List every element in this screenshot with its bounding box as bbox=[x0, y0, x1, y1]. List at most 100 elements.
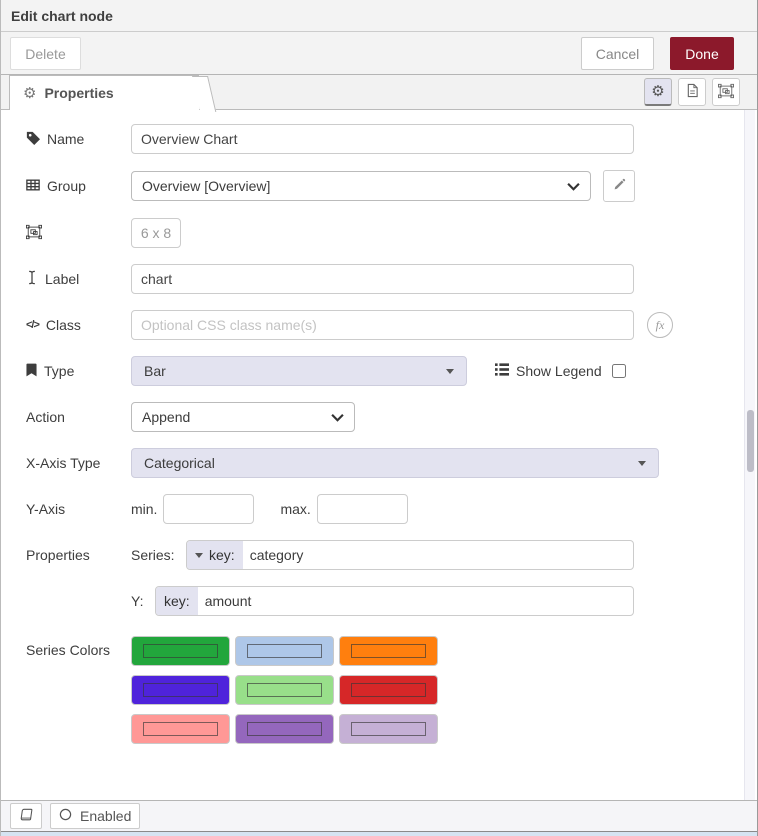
class-input[interactable] bbox=[131, 310, 634, 340]
show-legend-checkbox[interactable] bbox=[612, 364, 626, 378]
form-scroll-area: Name Group Overview [Overview] bbox=[1, 110, 757, 800]
size-button[interactable]: 6 x 8 bbox=[131, 218, 181, 248]
class-label: </> Class bbox=[26, 317, 131, 333]
tab-properties[interactable]: ⚙ Properties bbox=[9, 75, 199, 110]
caret-down-icon bbox=[446, 369, 454, 374]
xaxis-row: X-Axis Type Categorical bbox=[26, 448, 757, 478]
xaxis-type-dropdown[interactable]: Categorical bbox=[131, 448, 659, 478]
color-swatch[interactable] bbox=[131, 675, 230, 705]
delete-button[interactable]: Delete bbox=[10, 37, 81, 70]
document-icon bbox=[686, 83, 699, 101]
properties-section-button[interactable]: ⚙ bbox=[644, 78, 672, 106]
bookmark-icon bbox=[26, 363, 37, 380]
gear-icon: ⚙ bbox=[23, 86, 36, 101]
yaxis-row: Y-Axis min. max. bbox=[26, 494, 757, 524]
color-swatch[interactable] bbox=[339, 714, 438, 744]
done-button[interactable]: Done bbox=[670, 37, 734, 70]
series-label: Series: bbox=[131, 547, 186, 563]
gear-icon: ⚙ bbox=[651, 84, 664, 99]
y-key-value[interactable]: amount bbox=[198, 587, 252, 615]
label-row: Label bbox=[26, 264, 757, 294]
edit-group-button[interactable] bbox=[603, 170, 635, 202]
group-label: Group bbox=[26, 178, 131, 195]
name-input[interactable] bbox=[131, 124, 634, 154]
book-icon bbox=[19, 808, 33, 825]
chevron-down-icon bbox=[331, 409, 344, 425]
action-row: Action Append bbox=[26, 402, 757, 432]
object-group-icon bbox=[718, 83, 734, 102]
enabled-toggle-button[interactable]: Enabled bbox=[50, 803, 140, 829]
enabled-label: Enabled bbox=[80, 808, 131, 824]
color-swatch[interactable] bbox=[235, 675, 334, 705]
tab-properties-label: Properties bbox=[44, 85, 113, 101]
yaxis-max-input[interactable] bbox=[317, 494, 408, 524]
series-type-button[interactable]: key: bbox=[187, 541, 243, 569]
y-label: Y: bbox=[131, 593, 155, 609]
color-swatch[interactable] bbox=[339, 636, 438, 666]
i-cursor-icon bbox=[26, 270, 38, 288]
properties-label: Properties bbox=[26, 547, 131, 563]
fx-badge: fx bbox=[647, 312, 673, 338]
cancel-button[interactable]: Cancel bbox=[581, 37, 654, 70]
tag-icon bbox=[26, 131, 40, 148]
code-icon: </> bbox=[26, 319, 39, 331]
group-row: Group Overview [Overview] bbox=[26, 170, 757, 202]
yaxis-label: Y-Axis bbox=[26, 501, 131, 517]
color-swatch[interactable] bbox=[131, 714, 230, 744]
xaxis-label: X-Axis Type bbox=[26, 455, 131, 471]
tab-bar: ⚙ Properties ⚙ bbox=[1, 75, 757, 110]
dialog-toolbar: Delete Cancel Done bbox=[1, 32, 757, 75]
y-property-row: Y: key: amount bbox=[26, 586, 757, 616]
group-select[interactable]: Overview [Overview] bbox=[131, 171, 591, 201]
description-section-button[interactable] bbox=[678, 78, 706, 106]
caret-down-icon bbox=[638, 461, 646, 466]
chart-type-dropdown[interactable]: Bar bbox=[131, 356, 467, 386]
background-strip bbox=[1, 831, 757, 836]
pencil-icon bbox=[613, 178, 626, 194]
caret-down-icon bbox=[195, 553, 203, 558]
show-legend-group: Show Legend bbox=[495, 363, 626, 379]
color-swatch[interactable] bbox=[131, 636, 230, 666]
table-icon bbox=[26, 178, 40, 195]
series-typed-input: key: category bbox=[186, 540, 634, 570]
yaxis-max-label: max. bbox=[280, 501, 310, 517]
show-legend-label: Show Legend bbox=[516, 363, 602, 379]
editor-section-buttons: ⚙ bbox=[644, 78, 740, 106]
label-input[interactable] bbox=[131, 264, 634, 294]
yaxis-min-label: min. bbox=[131, 501, 157, 517]
type-row: Type Bar Show Legend bbox=[26, 356, 757, 386]
name-row: Name bbox=[26, 124, 757, 154]
color-swatch[interactable] bbox=[235, 714, 334, 744]
color-swatch[interactable] bbox=[339, 675, 438, 705]
edit-node-dialog: Edit chart node Delete Cancel Done ⚙ Pro… bbox=[0, 0, 758, 836]
chevron-down-icon bbox=[567, 178, 580, 194]
series-colors-label: Series Colors bbox=[26, 636, 131, 658]
series-key-value[interactable]: category bbox=[243, 541, 304, 569]
circle-icon bbox=[59, 808, 72, 824]
dialog-header: Edit chart node bbox=[1, 0, 757, 32]
series-colors-row: Series Colors bbox=[26, 636, 757, 744]
properties-form: Name Group Overview [Overview] bbox=[1, 110, 757, 744]
type-label: Type bbox=[26, 363, 131, 380]
y-typed-input: key: amount bbox=[155, 586, 634, 616]
scrollbar-thumb[interactable] bbox=[747, 410, 754, 472]
vertical-scrollbar[interactable] bbox=[744, 110, 755, 800]
action-select[interactable]: Append bbox=[131, 402, 355, 432]
class-row: </> Class fx bbox=[26, 310, 757, 340]
size-row: 6 x 8 bbox=[26, 218, 757, 248]
node-help-button[interactable] bbox=[10, 803, 42, 829]
dialog-title: Edit chart node bbox=[11, 8, 113, 24]
label-label: Label bbox=[26, 270, 131, 288]
yaxis-min-input[interactable] bbox=[163, 494, 254, 524]
action-label: Action bbox=[26, 409, 131, 425]
name-label: Name bbox=[26, 131, 131, 148]
size-label bbox=[26, 224, 131, 243]
series-colors-grid bbox=[131, 636, 438, 744]
color-swatch[interactable] bbox=[235, 636, 334, 666]
y-type-button[interactable]: key: bbox=[156, 587, 198, 615]
appearance-section-button[interactable] bbox=[712, 78, 740, 106]
dialog-footer: Enabled bbox=[1, 800, 757, 831]
list-icon bbox=[495, 363, 509, 379]
series-property-row: Properties Series: key: category bbox=[26, 540, 757, 570]
object-group-icon bbox=[26, 224, 42, 243]
